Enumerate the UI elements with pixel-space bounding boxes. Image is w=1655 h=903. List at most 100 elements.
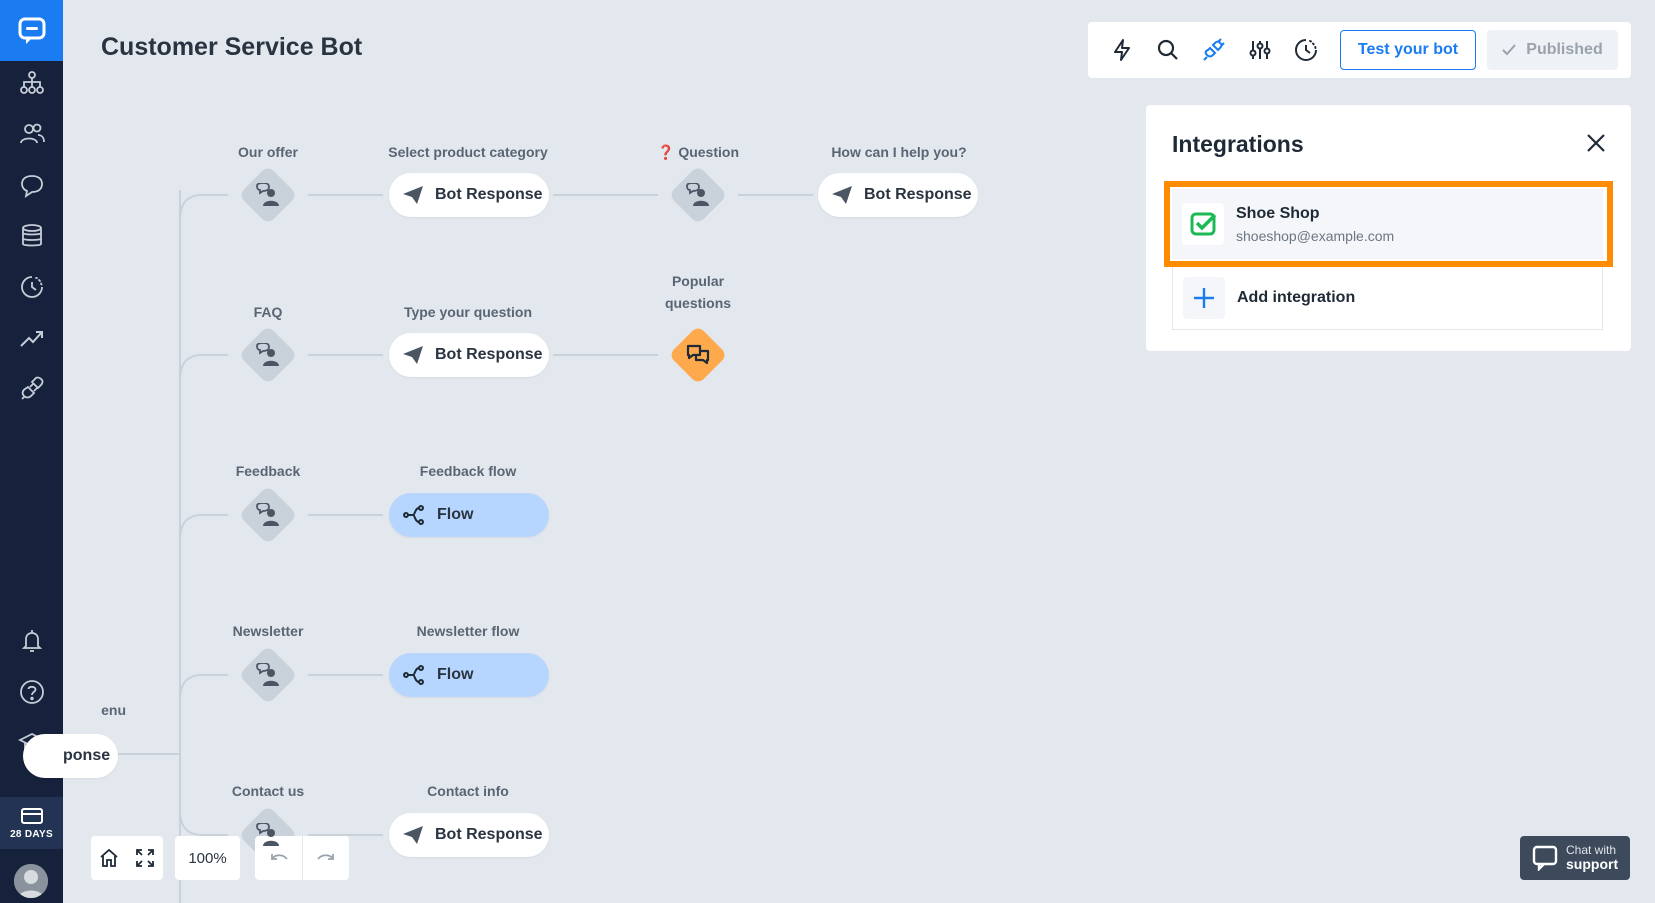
integration-highlight-box bbox=[1164, 181, 1613, 267]
actions-button[interactable] bbox=[1108, 36, 1136, 64]
partial-node-label: enu bbox=[101, 702, 126, 718]
close-panel-button[interactable] bbox=[1582, 129, 1610, 157]
history-icon bbox=[20, 276, 43, 298]
history-button[interactable] bbox=[1292, 36, 1320, 64]
trial-days-label: 28 DAYS bbox=[10, 829, 53, 840]
database-icon bbox=[21, 224, 42, 247]
response-label-feedback-flow: Feedback flow bbox=[419, 463, 517, 479]
chat-bubble-icon bbox=[20, 175, 43, 198]
sidebar-item-chats[interactable] bbox=[0, 165, 63, 205]
bot-response-node-1[interactable]: Bot Response bbox=[389, 173, 549, 217]
sidebar-item-integrations[interactable] bbox=[0, 369, 63, 409]
chat-logo-icon bbox=[18, 17, 45, 44]
flow-canvas[interactable]: enu ponse Our offer Select product categ… bbox=[23, 100, 1063, 903]
user-chat-icon bbox=[256, 823, 279, 846]
trial-days-badge[interactable]: 28 DAYS bbox=[0, 797, 63, 849]
flow-node-newsletter[interactable]: Flow bbox=[389, 653, 549, 697]
user-chat-icon bbox=[256, 183, 279, 206]
chat-bubbles-icon bbox=[686, 344, 710, 365]
response-label-contact-info: Contact info bbox=[427, 783, 509, 799]
home-icon bbox=[100, 848, 118, 867]
flow-branch-icon bbox=[403, 505, 424, 525]
chatbot-logo[interactable] bbox=[0, 0, 63, 61]
sidebar-item-stories[interactable] bbox=[0, 63, 63, 103]
sidebar-item-notifications[interactable] bbox=[0, 621, 63, 661]
send-icon bbox=[403, 186, 423, 204]
flow-node-feedback[interactable]: Flow bbox=[389, 493, 549, 537]
top-toolbar: Test your bot Published bbox=[1088, 22, 1631, 78]
search-icon bbox=[1157, 39, 1178, 60]
chat-icon bbox=[1532, 845, 1558, 871]
plug-icon bbox=[1203, 38, 1225, 61]
popular-label-line1: Popular bbox=[671, 273, 725, 289]
page-title: Customer Service Bot bbox=[101, 33, 363, 61]
flow-text: Flow bbox=[437, 666, 474, 683]
response-label-select-product-category: Select product category bbox=[388, 144, 548, 160]
view-controls bbox=[91, 836, 163, 880]
intent-node-question[interactable] bbox=[668, 165, 728, 225]
popular-questions-node[interactable] bbox=[668, 325, 728, 385]
chat-support-text: Chat with support bbox=[1566, 842, 1618, 873]
flow-branch-icon bbox=[403, 665, 424, 685]
intent-node-faq[interactable] bbox=[238, 325, 298, 385]
sidebar-item-users[interactable] bbox=[0, 114, 63, 154]
plug-icon bbox=[20, 376, 43, 400]
intent-node-our-offer[interactable] bbox=[238, 165, 298, 225]
bot-response-text: Bot Response bbox=[435, 186, 543, 203]
settings-button[interactable] bbox=[1246, 36, 1274, 64]
trending-up-icon bbox=[19, 331, 43, 347]
check-icon bbox=[1502, 44, 1517, 56]
sitemap-icon bbox=[19, 71, 44, 94]
send-icon bbox=[832, 186, 852, 204]
bell-icon bbox=[21, 630, 42, 652]
search-button[interactable] bbox=[1154, 36, 1182, 64]
send-icon bbox=[403, 346, 423, 364]
close-icon bbox=[1587, 134, 1605, 152]
partial-bot-response-node[interactable]: ponse bbox=[23, 734, 118, 778]
history-icon bbox=[1295, 39, 1317, 61]
sidebar-item-history[interactable] bbox=[0, 267, 63, 307]
flow-text: Flow bbox=[437, 506, 474, 523]
integrations-button[interactable] bbox=[1200, 36, 1228, 64]
user-chat-icon bbox=[256, 343, 279, 366]
fit-to-screen-button[interactable] bbox=[127, 836, 163, 880]
sidebar-item-analytics[interactable] bbox=[0, 318, 63, 358]
sidebar-item-data[interactable] bbox=[0, 216, 63, 256]
bot-response-node-2[interactable]: Bot Response bbox=[818, 173, 978, 217]
response-label-how-can-i-help: How can I help you? bbox=[831, 144, 967, 160]
zoom-level[interactable]: 100% bbox=[175, 836, 240, 880]
add-integration-button[interactable]: Add integration bbox=[1172, 267, 1603, 330]
bot-response-node-3[interactable]: Bot Response bbox=[389, 333, 549, 377]
intent-node-feedback[interactable] bbox=[238, 485, 298, 545]
question-mark-icon: ❓ bbox=[657, 144, 675, 160]
question-label-text: Question bbox=[678, 144, 739, 160]
user-chat-icon bbox=[686, 183, 709, 206]
published-button[interactable]: Published bbox=[1487, 30, 1618, 70]
expand-icon bbox=[136, 849, 154, 867]
add-integration-label: Add integration bbox=[1237, 289, 1356, 306]
chat-with-support-button[interactable]: Chat with support bbox=[1520, 836, 1630, 880]
test-your-bot-button[interactable]: Test your bot bbox=[1340, 30, 1476, 70]
add-plus-box bbox=[1183, 277, 1225, 319]
credit-card-icon bbox=[20, 808, 43, 824]
users-icon bbox=[19, 123, 45, 144]
popular-questions-label: Popular questions bbox=[598, 270, 798, 314]
bot-response-node-4[interactable]: Bot Response bbox=[389, 813, 549, 857]
intent-label-contact-us: Contact us bbox=[231, 783, 305, 799]
user-avatar-icon bbox=[14, 864, 48, 898]
plus-icon bbox=[1194, 288, 1214, 308]
redo-button[interactable] bbox=[302, 836, 349, 880]
intent-node-newsletter[interactable] bbox=[238, 645, 298, 705]
undo-icon bbox=[270, 854, 288, 860]
home-view-button[interactable] bbox=[91, 836, 127, 880]
response-label-newsletter-flow: Newsletter flow bbox=[416, 623, 520, 639]
avatar[interactable] bbox=[14, 864, 48, 898]
intent-label-newsletter: Newsletter bbox=[232, 623, 304, 639]
bot-response-text: Bot Response bbox=[435, 826, 543, 843]
response-label-type-your-question: Type your question bbox=[403, 304, 533, 320]
chat-support-line1: Chat with bbox=[1566, 842, 1617, 857]
intent-label-feedback: Feedback bbox=[235, 463, 301, 479]
bot-response-text: Bot Response bbox=[435, 346, 543, 363]
user-chat-icon bbox=[256, 663, 279, 686]
redo-icon bbox=[317, 854, 334, 860]
